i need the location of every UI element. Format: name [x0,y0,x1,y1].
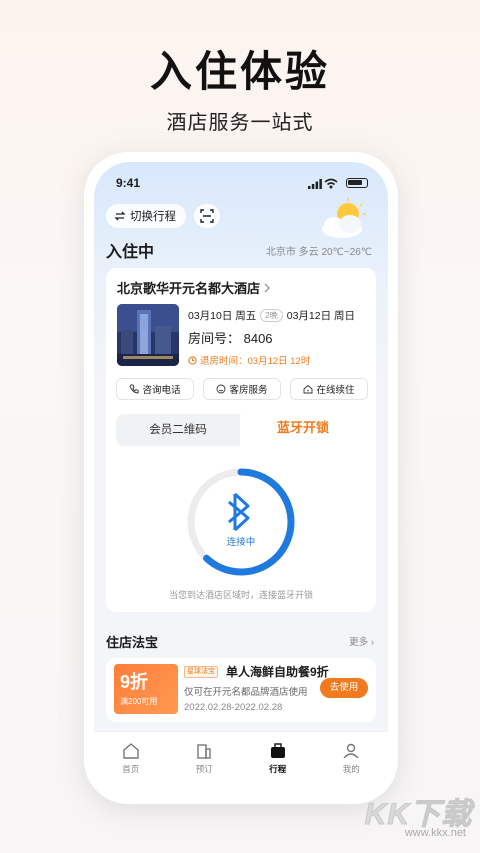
consult-phone-button[interactable]: 咨询电话 [116,378,194,400]
switch-trip-label: 切换行程 [130,211,176,223]
coupon-condition: 满200可用 [120,697,158,706]
status-time: 9:41 [116,176,141,190]
wifi-icon [324,178,338,189]
coupon-card[interactable]: 9折 满200可用 星球法宝 单人海鲜自助餐9折 仅可在开元名都品牌酒店使用 2… [106,658,376,722]
coupon-date: 2022.02.28-2022.02.28 [184,702,283,713]
chevron-right-icon [264,283,270,292]
checkin-date: 03月10日 周五 [188,310,257,322]
unlock-hint: 当您到达酒店区域时，连接蓝牙开锁 [168,590,313,600]
more-label: 更多 [349,637,369,648]
service-icon [217,384,226,394]
use-coupon-button[interactable]: 去使用 [320,678,368,698]
weather-icon [322,198,366,238]
nav-home[interactable]: 首页 [94,732,168,794]
coupon-desc: 仅可在开元名都品牌酒店使用 [184,687,308,698]
phone-icon [129,384,140,394]
stay-dates: 03月10日 周五 2晚 03月12日 周日 [188,308,355,323]
hotel-image [117,304,179,366]
scan-icon [200,209,214,223]
room-number: 房间号： 8406 [188,331,273,346]
checkout-time-row: 退房时间：03月12日 12时 [188,353,310,367]
user-icon [343,743,359,759]
building-icon [197,744,211,759]
nav-mine-label: 我的 [342,764,360,774]
hero-subtitle: 酒店服务一站式 [166,112,314,134]
hotel-name: 北京歌华开元名都大酒店 [117,281,261,296]
hotel-actions: 咨询电话 客房服务 在线续住 [116,378,368,400]
watermark: KK下载 www.kkx.net [352,789,472,840]
checkout-time: 退房时间：03月12日 12时 [200,356,311,367]
room-service-button[interactable]: 客房服务 [203,378,281,400]
nav-home-label: 首页 [122,764,140,774]
hotel-name-link[interactable]: 北京歌华开元名都大酒店 [117,278,271,297]
battery-icon [346,178,368,188]
coupon-discount-panel: 9折 满200可用 [114,664,178,714]
scan-button[interactable] [194,204,220,228]
status-bar: 9:41 [116,176,368,192]
coupon-title: 单人海鲜自助餐9折 [226,665,329,679]
consult-phone-label: 咨询电话 [142,385,181,396]
signal-icon [308,179,322,189]
nav-booking[interactable]: 预订 [168,732,242,794]
hotel-card: 北京歌华开元名都大酒店 03月10日 周五 2晚 03月12日 周日 房间号： … [106,268,376,612]
clock-icon [188,355,197,365]
nav-trip[interactable]: 行程 [241,732,315,794]
nav-mine[interactable]: 我的 [315,732,389,794]
home-icon [304,384,313,394]
switch-trip-button[interactable]: 切换行程 [106,204,186,228]
checkin-section-title: 入住中 [106,244,155,261]
chevron-right-icon: › [370,637,374,648]
watermark-url: www.kkx.net [404,827,466,839]
home-nav-icon [123,743,139,759]
bluetooth-unlock-ring[interactable]: 连接中 [185,466,297,578]
nights-badge: 2晚 [260,309,283,322]
unlock-tabs: 会员二维码 蓝牙开锁 [116,410,366,446]
briefcase-icon [270,743,285,758]
extend-stay-button[interactable]: 在线续住 [290,378,368,400]
switch-icon [114,211,126,221]
bluetooth-icon [228,492,250,532]
phone-frame: 9:41 切换行程 入住中 北京市 多云 20℃~26℃ 北京歌华开元名都大酒店… [84,152,398,804]
extend-stay-label: 在线续住 [316,385,355,396]
coupon-tag: 星球法宝 [184,666,218,678]
treasure-section-title: 住店法宝 [106,635,159,650]
coupon-discount: 9折 [120,672,149,692]
nav-booking-label: 预订 [195,764,213,774]
tab-member-qr[interactable]: 会员二维码 [116,414,240,446]
checkout-date: 03月12日 周日 [286,310,356,322]
room-service-label: 客房服务 [229,385,268,396]
hero-title: 入住体验 [149,48,330,95]
phone-screen: 9:41 切换行程 入住中 北京市 多云 20℃~26℃ 北京歌华开元名都大酒店… [94,162,388,794]
more-link[interactable]: 更多 › [349,634,374,648]
weather-text: 北京市 多云 20℃~26℃ [265,247,372,258]
tab-bluetooth-unlock[interactable]: 蓝牙开锁 [240,410,366,446]
unlock-status: 连接中 [226,537,256,548]
nav-trip-label: 行程 [269,764,287,774]
bottom-nav: 首页 预订 行程 我的 [94,731,388,794]
